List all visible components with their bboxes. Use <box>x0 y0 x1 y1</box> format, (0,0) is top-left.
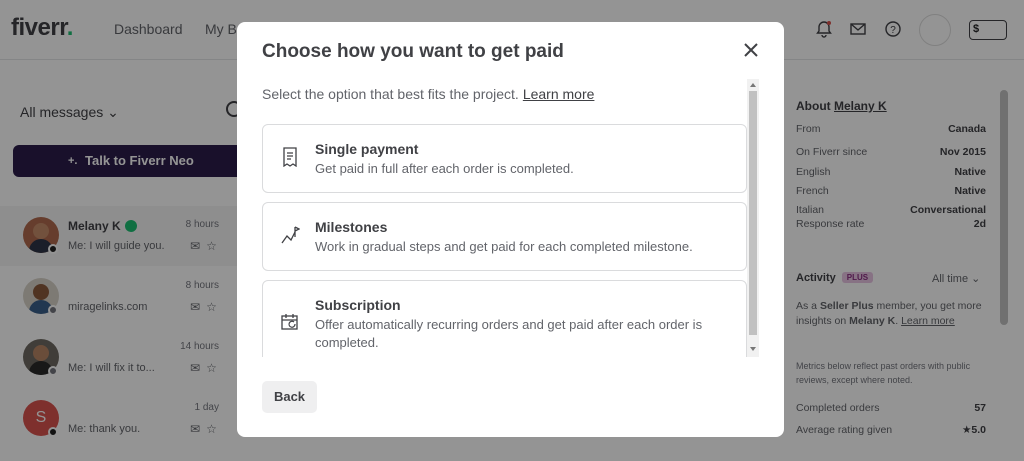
receipt-icon <box>280 147 300 167</box>
modal-subtitle: Select the option that best fits the pro… <box>262 86 595 102</box>
option-title: Subscription <box>315 297 401 313</box>
option-single-payment[interactable]: Single payment Get paid in full after ea… <box>262 124 747 193</box>
modal-scrollbar-thumb[interactable] <box>749 91 757 335</box>
option-description: Work in gradual steps and get paid for e… <box>315 239 693 254</box>
option-subscription[interactable]: Subscription Offer automatically recurri… <box>262 280 747 357</box>
scroll-down-arrow-icon[interactable] <box>750 347 756 351</box>
option-description: Offer automatically recurring orders and… <box>315 317 703 350</box>
back-button[interactable]: Back <box>262 381 317 413</box>
option-title: Milestones <box>315 219 388 235</box>
close-icon <box>744 43 758 57</box>
option-description: Get paid in full after each order is com… <box>315 161 574 176</box>
milestone-flag-icon <box>280 225 300 245</box>
calendar-recurring-icon <box>280 312 300 332</box>
modal-body: Select the option that best fits the pro… <box>237 79 747 357</box>
modal-title: Choose how you want to get paid <box>262 41 564 62</box>
scroll-up-arrow-icon[interactable] <box>750 83 756 87</box>
close-button[interactable] <box>739 38 763 62</box>
option-title: Single payment <box>315 141 419 157</box>
learn-more-link[interactable]: Learn more <box>523 86 595 102</box>
modal-scrollbar[interactable] <box>747 79 759 357</box>
payment-method-modal: Choose how you want to get paid Select t… <box>237 22 784 437</box>
option-milestones[interactable]: Milestones Work in gradual steps and get… <box>262 202 747 271</box>
